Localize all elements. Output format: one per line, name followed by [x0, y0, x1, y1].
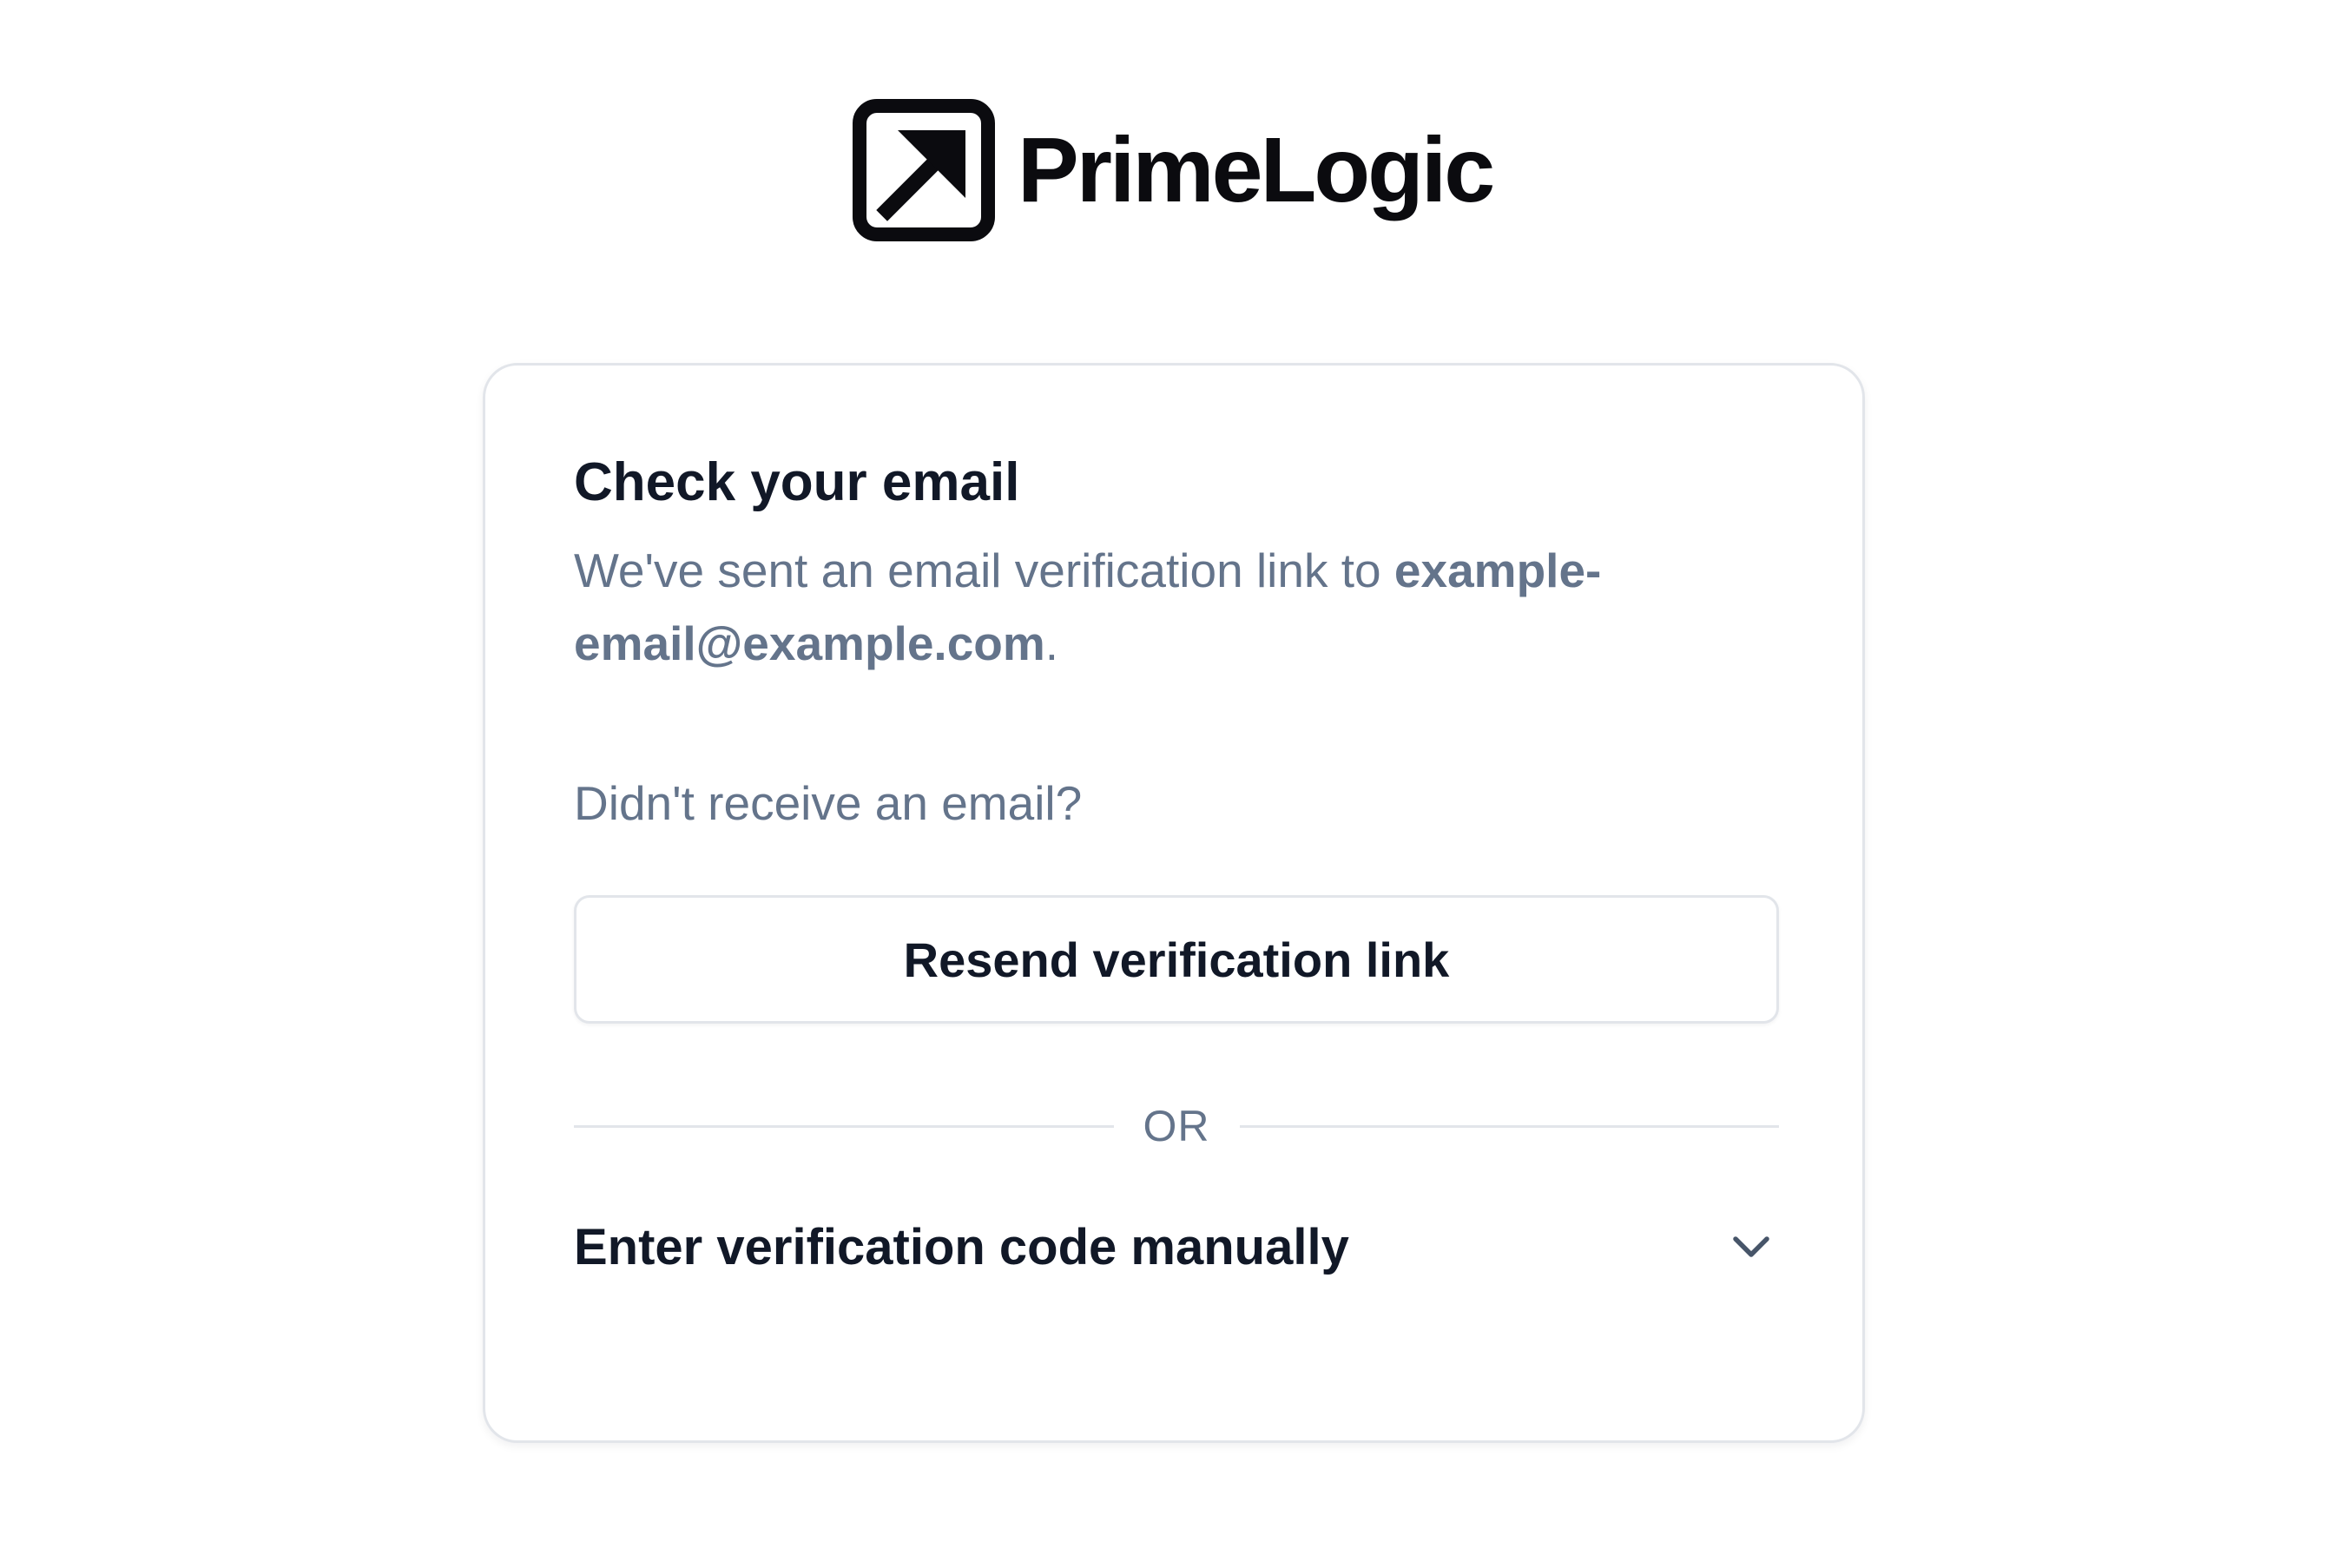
manual-code-label: Enter verification code manually: [574, 1218, 1349, 1275]
divider-line-left: [574, 1124, 1114, 1128]
divider-text: OR: [1143, 1102, 1210, 1150]
or-divider: OR: [574, 1091, 1779, 1161]
brand-header: PrimeLogic: [851, 96, 1495, 245]
chevron-down-icon: [1733, 1236, 1769, 1257]
verification-card: Check your email We've sent an email ver…: [483, 363, 1865, 1443]
description-prefix: We've sent an email verification link to: [574, 544, 1394, 597]
description-suffix: .: [1044, 616, 1059, 670]
resend-verification-button[interactable]: Resend verification link: [574, 895, 1779, 1024]
brand-name: PrimeLogic: [1018, 119, 1495, 221]
divider-line-right: [1239, 1124, 1779, 1128]
arrow-up-right-square-icon: [853, 99, 995, 241]
card-title: Check your email: [574, 452, 1020, 512]
resend-prompt: Didn't receive an email?: [574, 776, 1083, 830]
verification-page: PrimeLogic Check your email We've sent a…: [0, 0, 2352, 1568]
manual-code-toggle[interactable]: Enter verification code manually: [574, 1199, 1779, 1295]
verification-description: We've sent an email verification link to…: [574, 534, 1779, 680]
